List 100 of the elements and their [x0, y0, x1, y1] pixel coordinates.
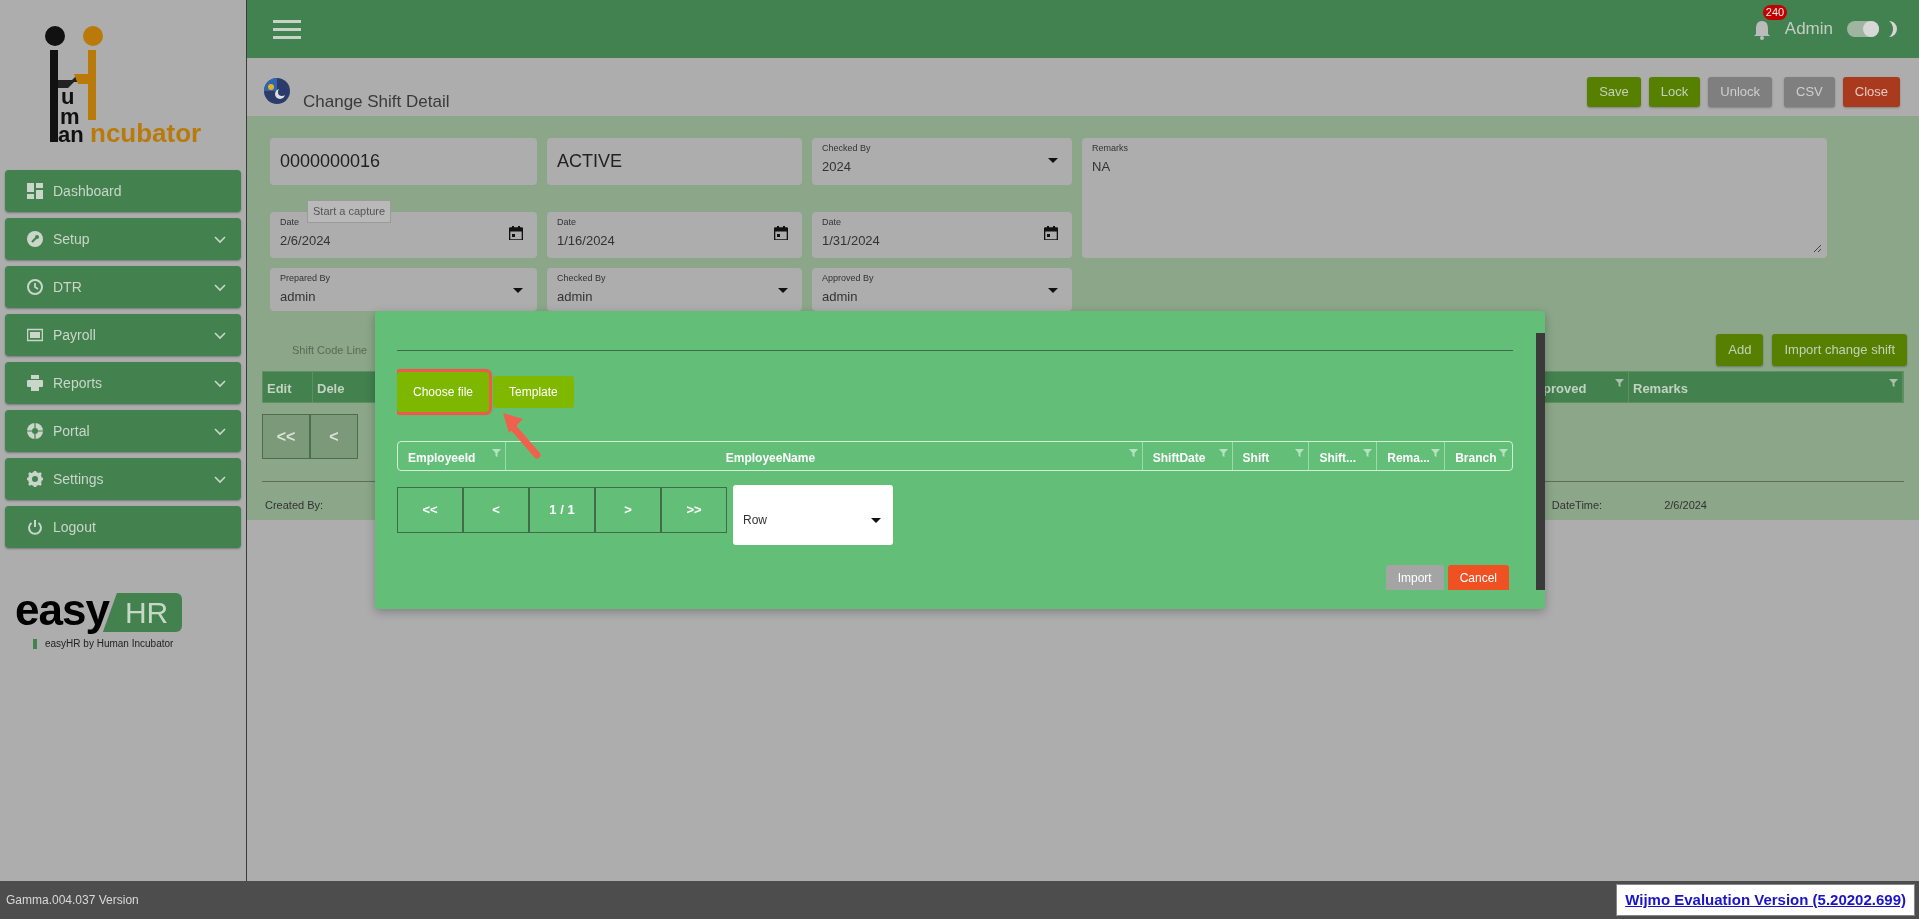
sidebar-item[interactable]: DTR	[5, 266, 241, 308]
field-label: Approved By	[822, 274, 875, 284]
resize-handle-icon[interactable]	[1813, 244, 1821, 252]
field-label: Date	[557, 218, 577, 228]
column-label: Shift...	[1319, 450, 1357, 467]
dropdown-field[interactable]: Approved By admin	[812, 268, 1072, 311]
chevron-down-icon	[213, 233, 227, 245]
aperture-icon	[27, 423, 43, 439]
dialog-button[interactable]: Cancel	[1447, 565, 1509, 590]
date-field[interactable]: Date 1/31/2024	[812, 212, 1072, 258]
column-label: Dele	[317, 380, 345, 395]
date-field[interactable]: Date 1/16/2024	[547, 212, 802, 258]
sidebar-item[interactable]: Logout	[5, 506, 241, 548]
shift-icon	[263, 77, 291, 105]
brand-mark-icon	[33, 638, 37, 649]
info-label: DateTime:	[1551, 498, 1603, 513]
pager-button[interactable]: <	[310, 414, 358, 459]
pager-button[interactable]: <<	[397, 487, 463, 533]
column-label: EmployeeId	[408, 450, 476, 467]
field-value: 2/6/2024	[280, 231, 331, 250]
printer-icon	[27, 375, 43, 391]
page-size-select[interactable]: Row	[733, 485, 893, 545]
toolbar-button[interactable]: Lock	[1648, 77, 1701, 107]
caret-icon	[1048, 288, 1058, 293]
file-button[interactable]: Choose file	[397, 372, 490, 412]
filter-icon[interactable]	[1499, 449, 1508, 457]
field-label: Checked By	[557, 274, 607, 284]
info-label: Created By:	[265, 498, 325, 513]
chevron-down-icon	[213, 281, 227, 293]
bell-icon[interactable]	[1752, 19, 1771, 40]
field-value: admin	[557, 287, 593, 306]
theme-toggle[interactable]	[1847, 21, 1879, 37]
sidebar-item[interactable]: Setup	[5, 218, 241, 260]
logo-text: ncubator	[90, 118, 202, 148]
sidebar-item[interactable]: Portal	[5, 410, 241, 452]
chevron-down-icon	[213, 377, 227, 389]
section-tab[interactable]: Shift Code Line	[292, 341, 368, 359]
caret-icon	[778, 288, 788, 293]
dropdown-field[interactable]: Prepared By admin	[270, 268, 537, 311]
chevron-down-icon	[213, 329, 227, 341]
input-field[interactable]: 0000000016	[270, 138, 537, 185]
sidebar-item[interactable]: Dashboard	[5, 170, 241, 212]
filter-icon[interactable]	[1431, 449, 1441, 457]
filter-icon[interactable]	[491, 449, 501, 457]
field-value: NA	[1092, 157, 1111, 176]
column-label: Remarks	[1633, 380, 1688, 395]
tooltip: Start a capture	[307, 200, 392, 223]
column-label: Edit	[267, 380, 292, 395]
sidebar-item[interactable]: Payroll	[5, 314, 241, 356]
toolbar-button[interactable]: Close	[1842, 77, 1900, 107]
field-value: 0000000016	[280, 150, 382, 173]
filter-icon[interactable]	[1295, 449, 1305, 457]
wrench-icon	[27, 231, 43, 247]
calendar-icon[interactable]	[774, 226, 788, 240]
input-field[interactable]: ACTIVE	[547, 138, 802, 185]
column-label: EmployeeName	[725, 450, 816, 467]
menu-icon[interactable]	[273, 19, 301, 39]
dropdown-field[interactable]: Checked By admin	[547, 268, 802, 311]
column-label: Branch	[1455, 450, 1497, 467]
field-value: 1/16/2024	[557, 231, 615, 250]
pager-button[interactable]: >>	[661, 487, 727, 533]
field-label: Date	[280, 218, 300, 228]
pager-button[interactable]: <<	[262, 414, 310, 459]
pager-button[interactable]: 1 / 1	[529, 487, 595, 533]
notification-count: 240	[1762, 5, 1788, 21]
page-title: Change Shift Detail	[303, 91, 450, 113]
action-button[interactable]: Import change shift	[1772, 334, 1907, 366]
filter-icon[interactable]	[1889, 379, 1898, 387]
clock-icon	[27, 279, 43, 295]
filter-icon[interactable]	[1363, 449, 1373, 457]
scrollbar[interactable]	[1536, 333, 1545, 590]
field-value: ACTIVE	[557, 150, 623, 173]
column-label: Rema...	[1387, 450, 1430, 467]
column-label: ShiftDate	[1152, 450, 1206, 467]
caret-icon	[513, 288, 523, 293]
field-label: Date	[822, 218, 842, 228]
filter-icon[interactable]	[1218, 449, 1228, 457]
action-button[interactable]: Add	[1716, 334, 1764, 366]
field-label: Prepared By	[280, 274, 332, 284]
field-label: Remarks	[1092, 144, 1129, 154]
sidebar-item[interactable]: Settings	[5, 458, 241, 500]
pager-button[interactable]: >	[595, 487, 661, 533]
evaluation-link[interactable]: Wijmo Evaluation Version (5.20202.699)	[1616, 883, 1915, 917]
field-label: Checked By	[822, 144, 872, 154]
filter-icon[interactable]	[1615, 379, 1624, 387]
toolbar-button[interactable]: Save	[1587, 77, 1641, 107]
calendar-icon[interactable]	[509, 226, 523, 240]
pager-button[interactable]: <	[463, 487, 529, 533]
info-value: 2/6/2024	[1664, 498, 1707, 513]
filter-icon[interactable]	[1128, 449, 1138, 457]
calendar-icon[interactable]	[1044, 226, 1058, 240]
remarks-field[interactable]: Remarks NA	[1082, 138, 1827, 258]
brand-tagline: easyHR by Human Incubator	[45, 637, 174, 651]
caret-icon	[1048, 158, 1058, 163]
dashboard-icon	[27, 183, 43, 199]
sidebar-item[interactable]: Reports	[5, 362, 241, 404]
file-button[interactable]: Template	[493, 376, 574, 408]
chevron-down-icon	[213, 425, 227, 437]
caret-icon	[871, 517, 881, 523]
dropdown-field[interactable]: Checked By 2024	[812, 138, 1072, 185]
